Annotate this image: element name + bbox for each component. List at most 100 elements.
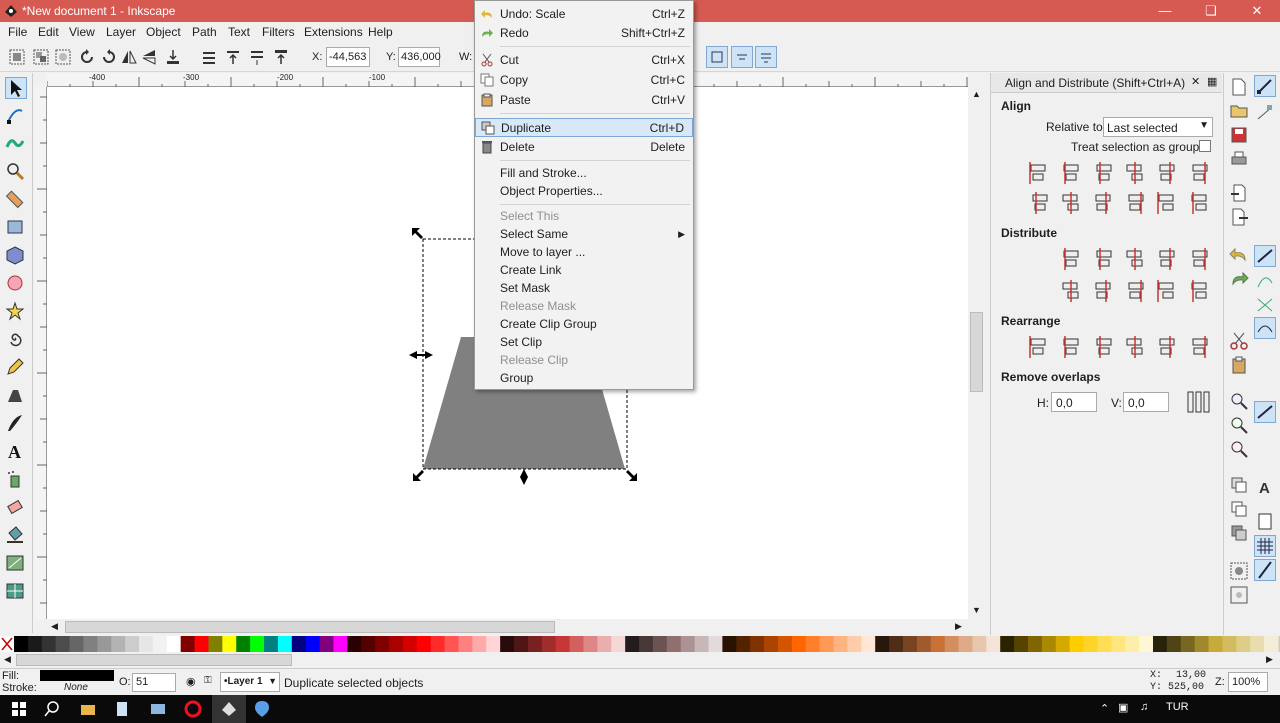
palette-swatch[interactable] [1139,636,1154,652]
menu-item-cut[interactable]: Cut Ctrl+X [475,51,693,70]
palette-swatch[interactable] [486,636,501,652]
palette-swatch[interactable] [805,636,821,652]
menu-text[interactable]: Text [228,25,250,39]
palette-scroll-right-icon[interactable]: ▶ [1266,654,1273,665]
palette-swatch[interactable] [41,636,57,652]
relative-to-select[interactable]: Last selected ▼ [1103,117,1213,137]
menu-item-move-to-layer[interactable]: Move to layer ... [475,243,693,262]
menu-item-duplicate[interactable]: Duplicate Ctrl+D [475,118,693,137]
palette-swatch[interactable] [597,636,612,652]
palette-swatch[interactable] [569,636,584,652]
palette-swatch[interactable] [986,636,1001,652]
flip-horizontal-icon[interactable] [120,48,138,66]
rotate-cw-icon[interactable] [100,48,118,66]
snap-guides-toggle[interactable] [1254,559,1276,581]
palette-swatch[interactable] [666,636,682,652]
palette-swatch[interactable] [1236,636,1251,652]
palette-swatches[interactable] [0,636,1280,652]
spiral-tool[interactable] [5,329,27,351]
align-baseline-text-icon[interactable] [1187,191,1211,215]
palette-swatch[interactable] [625,636,640,652]
palette-swatch[interactable] [639,636,654,652]
input-language[interactable]: TUR [1166,701,1189,713]
palette-swatch[interactable] [55,636,71,652]
scroll-left-icon[interactable]: ◀ [51,621,58,632]
palette-swatch[interactable] [1097,636,1112,652]
palette-swatch[interactable] [416,636,432,652]
palette-swatch[interactable] [430,636,446,652]
palette-swatch[interactable] [111,636,126,652]
align-bottom-edges-icon[interactable] [1123,191,1147,215]
palette-swatch[interactable] [444,636,459,652]
palette-swatch[interactable] [1194,636,1210,652]
measure-tool[interactable] [5,189,27,211]
paste-clipboard-icon[interactable] [1229,355,1249,375]
distribute-right-icon[interactable] [1123,247,1147,271]
palette-swatch[interactable] [14,636,29,652]
volume-icon[interactable]: ♫ [1140,701,1148,713]
y-coordinate-input[interactable]: 436,000 [398,47,441,67]
palette-swatch[interactable] [1111,636,1126,652]
horizontal-scroll-thumb[interactable] [65,621,555,633]
palette-swatch[interactable] [1069,636,1085,652]
align-bottom-edge-icon[interactable] [1027,191,1051,215]
palette-swatch[interactable] [264,636,279,652]
palette-swatch[interactable] [791,636,807,652]
menu-help[interactable]: Help [368,25,393,39]
opera-browser-icon[interactable] [184,700,202,718]
undo-arrow-icon[interactable] [1229,245,1249,265]
palette-swatch[interactable] [514,636,529,652]
exchange-z-icon[interactable] [1091,335,1115,359]
search-icon[interactable] [44,701,60,717]
raise-to-top-icon[interactable] [272,48,290,66]
palette-swatch[interactable] [1208,636,1223,652]
menu-item-paste[interactable]: Paste Ctrl+V [475,91,693,110]
menu-edit[interactable]: Edit [38,25,59,39]
raise-more-icon[interactable] [248,48,266,66]
palette-swatch[interactable] [722,636,737,652]
scroll-up-icon[interactable]: ▲ [972,89,981,99]
palette-swatch[interactable] [27,636,43,652]
palette-swatch[interactable] [166,636,182,652]
palette-swatch[interactable] [1180,636,1196,652]
palette-swatch[interactable] [930,636,946,652]
palette-swatch[interactable] [958,636,973,652]
menu-item-set-clip[interactable]: Set Clip [475,333,693,352]
x-coordinate-input[interactable]: -44,563 [326,47,370,67]
palette-swatch[interactable] [819,636,835,652]
palette-swatch[interactable] [694,636,710,652]
stroke-value[interactable]: None [64,682,88,693]
image-viewer-icon[interactable] [150,701,166,717]
redo-arrow-icon[interactable] [1229,269,1249,289]
palette-scrollbar[interactable]: ◀ ▶ [0,652,1280,668]
tweak-tool[interactable] [5,133,27,155]
palette-swatch[interactable] [736,636,751,652]
ungroup-objects-icon[interactable] [1229,585,1249,605]
palette-swatch[interactable] [1014,636,1029,652]
center-vertical-axis-icon[interactable] [1091,161,1115,185]
raise-icon[interactable] [224,48,242,66]
align-top-edges-icon[interactable] [1059,191,1083,215]
palette-swatch[interactable] [875,636,890,652]
palette-swatch[interactable] [83,636,98,652]
layer-select[interactable]: •Layer 1 ▼ [220,672,280,692]
calligraphy-tool[interactable] [5,413,27,435]
vertical-scroll-thumb[interactable] [970,312,983,392]
menu-item-object-properties[interactable]: Object Properties... [475,182,693,201]
distribute-left-icon[interactable] [1059,247,1083,271]
palette-swatch[interactable] [458,636,473,652]
export-icon[interactable] [1229,207,1249,227]
align-right-edges-icon[interactable] [1123,161,1147,185]
palette-swatch[interactable] [319,636,334,652]
minimize-button[interactable]: — [1142,0,1188,22]
scale-corners-toggle[interactable] [731,46,753,68]
palette-swatch[interactable] [541,636,557,652]
palette-swatch[interactable] [236,636,251,652]
distribute-gaps-v-icon[interactable] [1155,279,1179,303]
palette-swatch[interactable] [333,636,348,652]
palette-swatch[interactable] [180,636,196,652]
palette-swatch[interactable] [375,636,390,652]
cut-scissors-icon[interactable] [1229,331,1249,351]
h-gap-input[interactable]: 0,0 [1051,392,1097,412]
layer-lock-icon[interactable]: ⚿ [204,675,212,686]
